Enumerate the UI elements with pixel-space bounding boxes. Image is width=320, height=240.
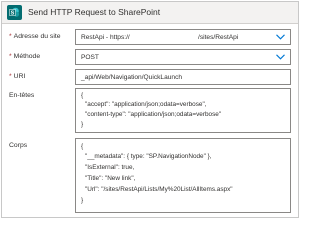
sharepoint-icon: S — [7, 5, 22, 20]
site-address-dropdown[interactable]: RestApi - https:// /sites/RestApi — [75, 29, 291, 45]
uri-label-text: URI — [13, 73, 26, 80]
method-dropdown[interactable]: POST — [75, 49, 291, 65]
body-line: "Url": "/sites/RestApi/Lists/My%20List/A… — [85, 186, 233, 193]
required-marker: * — [9, 33, 12, 40]
body-line: { — [81, 143, 84, 150]
body-line: "__metadata": { type: "SP.NavigationNode… — [85, 153, 212, 160]
method-label: * Méthode — [9, 53, 40, 60]
action-card: S Send HTTP Request to SharePoint * Adres… — [1, 1, 299, 218]
svg-text:S: S — [11, 10, 15, 16]
method-value: POST — [81, 54, 99, 61]
site-address-value-prefix: RestApi - https:// — [81, 34, 130, 41]
uri-value: _api/Web/Navigation/QuickLaunch — [81, 74, 183, 81]
site-address-value-suffix: /sites/RestApi — [198, 34, 239, 41]
body-textarea[interactable]: { "__metadata": { type: "SP.NavigationNo… — [75, 138, 291, 213]
headers-line: } — [81, 121, 84, 128]
body-line: "IsExternal": true, — [85, 164, 135, 171]
action-header[interactable]: S Send HTTP Request to SharePoint — [2, 2, 298, 24]
headers-line: "accept": "application/json;odata=verbos… — [85, 101, 207, 108]
site-label-text: Adresse du site — [13, 33, 61, 40]
required-marker: * — [9, 73, 12, 80]
headers-line: { — [81, 92, 84, 99]
site-label: * Adresse du site — [9, 33, 61, 40]
headers-line: "content-type": "application/json;odata=… — [85, 111, 222, 118]
body-label: Corps — [9, 142, 28, 149]
headers-textarea[interactable]: { "accept": "application/json;odata=verb… — [75, 88, 291, 133]
headers-label: En-têtes — [9, 92, 35, 99]
body-line: "Title": "New link", — [85, 175, 136, 182]
chevron-down-icon[interactable] — [276, 34, 285, 40]
required-marker: * — [9, 53, 12, 60]
action-title: Send HTTP Request to SharePoint — [28, 7, 161, 17]
uri-input[interactable]: _api/Web/Navigation/QuickLaunch — [75, 69, 291, 85]
chevron-down-icon[interactable] — [276, 54, 285, 60]
method-label-text: Méthode — [13, 53, 41, 60]
body-line: } — [81, 197, 84, 204]
uri-label: * URI — [9, 73, 25, 80]
